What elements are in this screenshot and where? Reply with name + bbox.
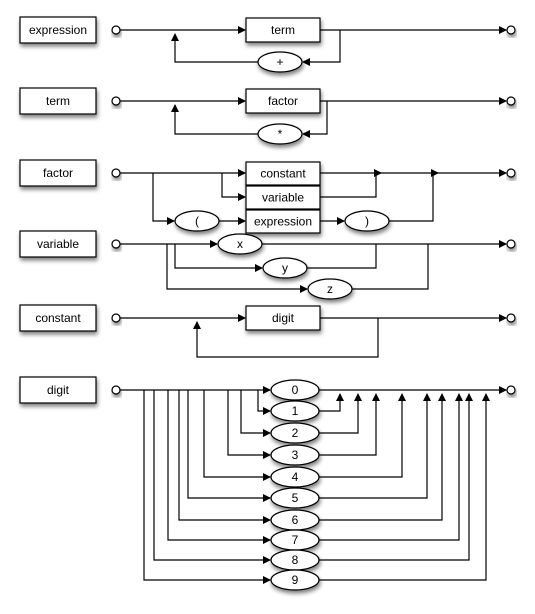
end-node (506, 25, 516, 35)
connector-line (152, 173, 175, 225)
connector-line (153, 390, 271, 564)
rule-name-expression-text: expression (29, 23, 87, 37)
terminal-digit-7-text: 7 (292, 533, 299, 547)
end-node (506, 168, 516, 178)
rule-name-factor-text: factor (43, 166, 73, 180)
connector-line (319, 393, 446, 521)
terminal-digit-2: 2 (270, 422, 320, 444)
nonterminal-digit-text: digit (272, 311, 295, 325)
terminal-star: * (257, 123, 303, 145)
terminal-z: z (307, 278, 353, 300)
rule-name-term-text: term (46, 94, 70, 108)
terminal-digit-1: 1 (270, 400, 320, 422)
terminal-x: x (217, 233, 263, 255)
terminal-open-paren-text: ( (195, 214, 199, 228)
connector-line (352, 244, 429, 290)
nonterminal-constant: constant (245, 161, 321, 186)
nonterminal-constant-text: constant (260, 167, 306, 181)
rule-name-term: term (19, 87, 97, 115)
connector-line (319, 393, 344, 412)
terminal-y: y (262, 257, 308, 279)
nonterminal-term: term (245, 17, 321, 43)
terminal-x-text: x (237, 237, 243, 251)
terminal-plus-text: + (276, 55, 283, 69)
terminal-y-text: y (282, 261, 288, 275)
terminal-z-text: z (327, 282, 333, 296)
terminal-digit-3-text: 3 (292, 448, 299, 462)
terminal-plus: + (257, 51, 303, 73)
terminal-digit-5-text: 5 (292, 491, 299, 505)
nonterminal-digit: digit (245, 305, 321, 331)
terminal-close-paren-text: ) (365, 214, 369, 228)
connector-line (307, 244, 377, 269)
start-node (111, 385, 121, 395)
rule-name-expression: expression (19, 16, 97, 44)
terminal-digit-9-text: 9 (292, 573, 299, 587)
nonterminal-variable: variable (245, 185, 321, 210)
nonterminal-factor: factor (245, 88, 321, 114)
connector-line (221, 173, 246, 201)
terminal-digit-3: 3 (270, 444, 320, 466)
connector-line (257, 390, 271, 415)
rule-name-factor: factor (19, 159, 97, 187)
connector-line (320, 173, 377, 198)
rule-name-variable-text: variable (37, 237, 79, 251)
terminal-open-paren: ( (174, 210, 220, 232)
terminal-digit-1-text: 1 (292, 404, 299, 418)
terminal-close-paren: ) (344, 210, 390, 232)
terminal-star-text: * (278, 127, 283, 141)
nonterminal-expression-text: expression (254, 215, 312, 229)
connector-line (389, 173, 434, 222)
nonterminal-factor-text: factor (268, 94, 298, 108)
start-node (111, 239, 121, 249)
connector-line (227, 390, 271, 459)
rule-name-constant-text: constant (35, 311, 81, 325)
nonterminal-expression: expression (245, 209, 321, 234)
terminal-digit-5: 5 (270, 487, 320, 509)
start-node (111, 313, 121, 323)
connector-line (167, 390, 271, 544)
terminal-digit-0-text: 0 (292, 383, 299, 397)
terminal-digit-4: 4 (270, 466, 320, 488)
connector-line (319, 393, 463, 541)
end-node (506, 385, 516, 395)
start-node (111, 168, 121, 178)
terminal-digit-9: 9 (270, 569, 320, 591)
rule-name-variable: variable (19, 230, 97, 258)
rule-name-constant: constant (19, 304, 97, 332)
end-node (506, 96, 516, 106)
connector-line (319, 393, 362, 434)
nonterminal-variable-text: variable (262, 191, 304, 205)
start-node (111, 96, 121, 106)
start-node (111, 25, 121, 35)
syntax-diagram: expression term + term factor * factor constant… (19, 16, 516, 591)
terminal-digit-2-text: 2 (292, 426, 299, 440)
terminal-digit-4-text: 4 (292, 470, 299, 484)
terminal-digit-8: 8 (270, 549, 320, 571)
connector-line (319, 393, 380, 456)
connector-line (143, 390, 271, 584)
terminal-digit-6: 6 (270, 509, 320, 531)
end-node (506, 239, 516, 249)
nonterminal-term-text: term (271, 23, 295, 37)
connector-line (319, 393, 431, 499)
terminal-digit-6-text: 6 (292, 513, 299, 527)
terminal-digit-0: 0 (270, 379, 320, 401)
rule-name-digit-text: digit (47, 383, 70, 397)
terminal-digit-7: 7 (270, 529, 320, 551)
connector-line (319, 393, 406, 478)
end-node (506, 313, 516, 323)
terminal-digit-8-text: 8 (292, 553, 299, 567)
rule-name-digit: digit (19, 376, 97, 404)
